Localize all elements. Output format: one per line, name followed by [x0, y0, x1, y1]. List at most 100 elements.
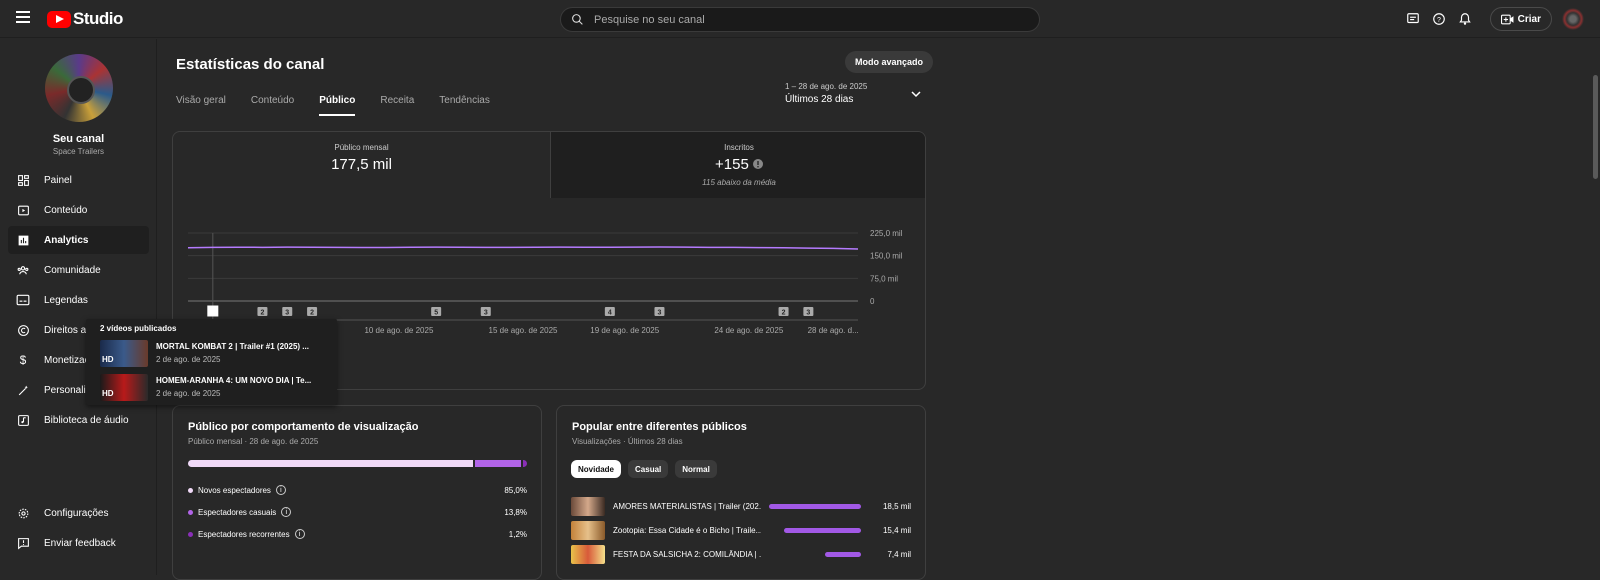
create-button[interactable]: Criar: [1489, 7, 1552, 31]
legend-dot: [188, 509, 193, 515]
x-tick-label: 28 de ago. d...: [808, 326, 859, 335]
sidebar-item-subtitles[interactable]: Legendas: [8, 286, 149, 314]
tab-revenue[interactable]: Receita: [380, 95, 414, 116]
tab-bar: Visão geral Conteúdo Público Receita Ten…: [176, 95, 515, 116]
video-title: AMORES MATERIALISTAS | Trailer (202...: [613, 502, 761, 511]
scrollbar[interactable]: [1590, 39, 1600, 575]
video-thumbnail: HD: [100, 340, 148, 367]
video-thumbnail: HD: [100, 374, 148, 401]
legend-dot: [188, 531, 193, 537]
video-thumbnail: [571, 497, 605, 516]
menu-icon[interactable]: [16, 11, 30, 25]
y-tick-label: 225,0 mil: [870, 229, 903, 238]
info-circle-icon: [752, 159, 763, 169]
chip-new[interactable]: Novidade: [571, 460, 622, 478]
x-tick-label: 15 de ago. de 2025: [489, 326, 559, 335]
search-box[interactable]: [560, 7, 1040, 32]
tab-content[interactable]: Conteúdo: [251, 95, 294, 116]
sidebar-item-audio-library[interactable]: Biblioteca de áudio: [8, 406, 149, 434]
chevron-down-icon: [911, 91, 921, 98]
tab-trends[interactable]: Tendências: [439, 95, 490, 116]
viewer-behavior-card: Público por comportamento de visualizaçã…: [172, 405, 542, 580]
channel-handle: Space Trailers: [52, 147, 105, 156]
info-icon[interactable]: i: [294, 529, 305, 539]
sidebar-item-label: Enviar feedback: [44, 537, 116, 549]
sidebar-item-label: Analytics: [44, 234, 89, 246]
scrollbar-thumb[interactable]: [1593, 75, 1598, 179]
channel-avatar[interactable]: [45, 54, 113, 122]
info-icon[interactable]: i: [281, 507, 292, 517]
tab-overview[interactable]: Visão geral: [176, 95, 226, 116]
svg-text:$: $: [20, 354, 27, 367]
video-title: MORTAL KOMBAT 2 | Trailer #1 (2025) ...: [156, 342, 309, 351]
advanced-mode-button[interactable]: Modo avançado: [845, 51, 934, 73]
popular-bar: [784, 528, 861, 533]
chip-regular[interactable]: Normal: [675, 460, 717, 478]
published-videos-tooltip: 2 vídeos publicados HD MORTAL KOMBAT 2 |…: [86, 319, 337, 405]
card-title: Popular entre diferentes públicos: [572, 421, 747, 433]
date-range-picker[interactable]: 1 – 28 de ago. de 2025 Últimos 28 dias: [785, 82, 921, 105]
video-title: FESTA DA SALSICHA 2: COMILÂNDIA | ...: [613, 550, 761, 559]
video-marker: [207, 305, 219, 317]
pop-bar-track: [765, 552, 861, 557]
sidebar-item-label: Conteúdo: [44, 204, 88, 216]
search-icon: [572, 14, 583, 25]
info-icon[interactable]: i: [275, 485, 286, 495]
legend-label: Espectadores recorrentes: [198, 529, 290, 539]
feedback-icon: [16, 536, 30, 550]
popular-row[interactable]: FESTA DA SALSICHA 2: COMILÂNDIA | ... 7,…: [571, 545, 911, 564]
x-tick-label: 10 de ago. de 2025: [364, 326, 434, 335]
metric-value: +155: [551, 156, 925, 173]
legend-label: Espectadores casuais: [198, 507, 277, 517]
legend-row-casual: Espectadores casuais i 13,8%: [188, 505, 527, 519]
hd-badge: HD: [102, 355, 114, 364]
behavior-segment: [522, 460, 527, 467]
monetization-icon: $: [16, 353, 30, 367]
video-title: Zootopia: Essa Cidade é o Bicho | Traile…: [613, 526, 761, 535]
main-content: Estatísticas do canal Modo avançado Visã…: [157, 39, 1600, 580]
create-label: Criar: [1517, 13, 1541, 25]
dashboard-icon: [16, 173, 30, 187]
search-input[interactable]: [594, 13, 1014, 26]
popular-row[interactable]: AMORES MATERIALISTAS | Trailer (202... 1…: [571, 497, 911, 516]
behavior-segment: [188, 460, 473, 467]
chip-casual[interactable]: Casual: [628, 460, 669, 478]
tooltip-video-item[interactable]: HD MORTAL KOMBAT 2 | Trailer #1 (2025) .…: [100, 340, 330, 368]
tab-audience[interactable]: Público: [319, 95, 356, 116]
video-marker-count: 2: [310, 310, 314, 317]
popular-row[interactable]: Zootopia: Essa Cidade é o Bicho | Traile…: [571, 521, 911, 540]
subscribers-value: +155: [715, 156, 749, 173]
legend-row-returning: Espectadores recorrentes i 1,2%: [188, 527, 527, 541]
x-tick-label: 24 de ago. de 2025: [714, 326, 784, 335]
studio-logo[interactable]: Studio: [47, 9, 123, 29]
metric-monthly-audience[interactable]: Público mensal 177,5 mil: [173, 132, 550, 198]
sidebar-item-label: Configurações: [44, 507, 109, 519]
tooltip-video-item[interactable]: HD HOMEM-ARANHA 4: UM NOVO DIA | Te... 2…: [100, 374, 330, 402]
behavior-stacked-bar: [188, 460, 527, 467]
pop-bar-track: [765, 528, 861, 533]
video-marker-count: 3: [484, 310, 488, 317]
sidebar-item-content[interactable]: Conteúdo: [8, 196, 149, 224]
page-title: Estatísticas do canal: [176, 56, 325, 73]
sidebar-item-community[interactable]: Comunidade: [8, 256, 149, 284]
legend-row-new: Novos espectadores i 85,0%: [188, 483, 527, 497]
captions-icon[interactable]: [1402, 8, 1424, 30]
metric-subscribers[interactable]: Inscritos +155 115 abaixo da média: [550, 132, 925, 198]
metric-label: Público mensal: [334, 143, 389, 152]
behavior-segment: [474, 460, 521, 467]
svg-text:?: ?: [1437, 17, 1441, 24]
video-thumbnail: [571, 545, 605, 564]
sidebar-item-settings[interactable]: Configurações: [8, 499, 149, 527]
sidebar-item-analytics[interactable]: Analytics: [8, 226, 149, 254]
help-icon[interactable]: ?: [1428, 8, 1450, 30]
account-avatar[interactable]: [1562, 8, 1584, 30]
card-subtitle: Público mensal · 28 de ago. de 2025: [188, 437, 319, 446]
sidebar-item-dashboard[interactable]: Painel: [8, 166, 149, 194]
analytics-icon: [16, 233, 30, 247]
notifications-icon[interactable]: [1454, 8, 1476, 30]
video-thumbnail: [571, 521, 605, 540]
tooltip-title: 2 vídeos publicados: [100, 324, 177, 333]
sidebar-item-feedback[interactable]: Enviar feedback: [8, 529, 149, 557]
video-marker-count: 3: [285, 310, 289, 317]
video-marker-count: 2: [782, 310, 786, 317]
